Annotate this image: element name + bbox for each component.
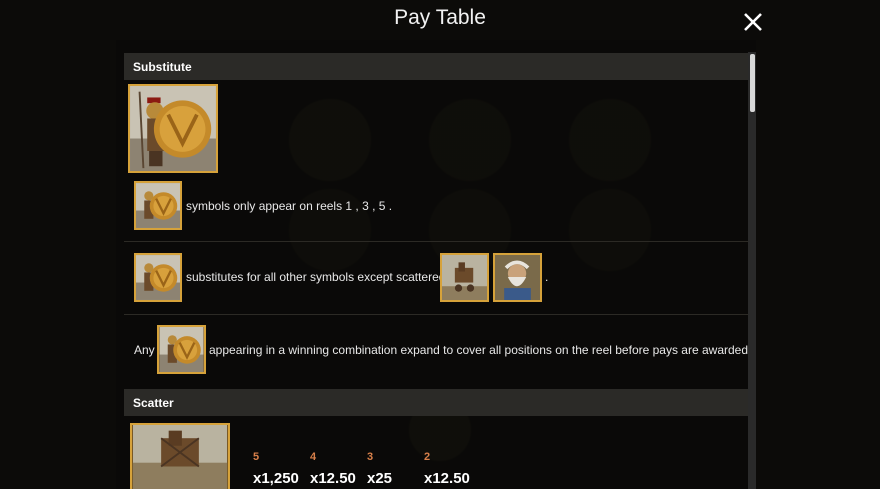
expand-rule-text: appearing in a winning combination expan… (209, 343, 752, 357)
section-header-scatter: Scatter (124, 389, 750, 416)
scatter-count-3: 3 (367, 451, 374, 463)
trojan-horse-symbol-large (130, 423, 230, 489)
spartan-warrior-symbol-small (157, 325, 206, 374)
zeus-symbol-icon (495, 255, 540, 300)
scatter-pay-3: x25 (367, 470, 393, 487)
spartan-warrior-symbol-icon (136, 255, 180, 300)
spartan-warrior-symbol-icon (130, 86, 216, 171)
section-header-substitute: Substitute (124, 53, 750, 80)
scatter-count-2: 2 (424, 451, 431, 463)
scatter-count-4: 4 (310, 451, 317, 463)
scatter-pay-5: x1,250 (253, 470, 299, 487)
trojan-horse-symbol (440, 253, 489, 302)
divider (124, 314, 748, 315)
scrollbar-track[interactable] (748, 52, 756, 489)
close-button[interactable] (738, 8, 766, 36)
substitute-reels-text: symbols only appear on reels 1 , 3 , 5 . (186, 199, 393, 213)
spartan-warrior-symbol-large (128, 84, 218, 173)
zeus-symbol (493, 253, 542, 302)
spartan-warrior-symbol-icon (136, 183, 180, 228)
trojan-horse-symbol-icon (132, 425, 228, 489)
spartan-warrior-symbol-small (134, 181, 182, 230)
trojan-horse-symbol-icon (442, 255, 487, 300)
scatter-pay-2: x12.50 (424, 470, 470, 487)
close-icon (744, 13, 762, 31)
any-prefix-text: Any (134, 343, 155, 357)
substitute-rule-period: . (545, 270, 549, 284)
spartan-warrior-symbol-icon (159, 327, 204, 372)
scrollbar-thumb[interactable] (750, 54, 755, 112)
divider (124, 241, 748, 242)
substitute-rule-text: substitutes for all other symbols except… (186, 270, 446, 284)
spartan-warrior-symbol-small (134, 253, 182, 302)
scatter-count-5: 5 (253, 451, 260, 463)
scatter-pay-4: x12.50 (310, 470, 356, 487)
